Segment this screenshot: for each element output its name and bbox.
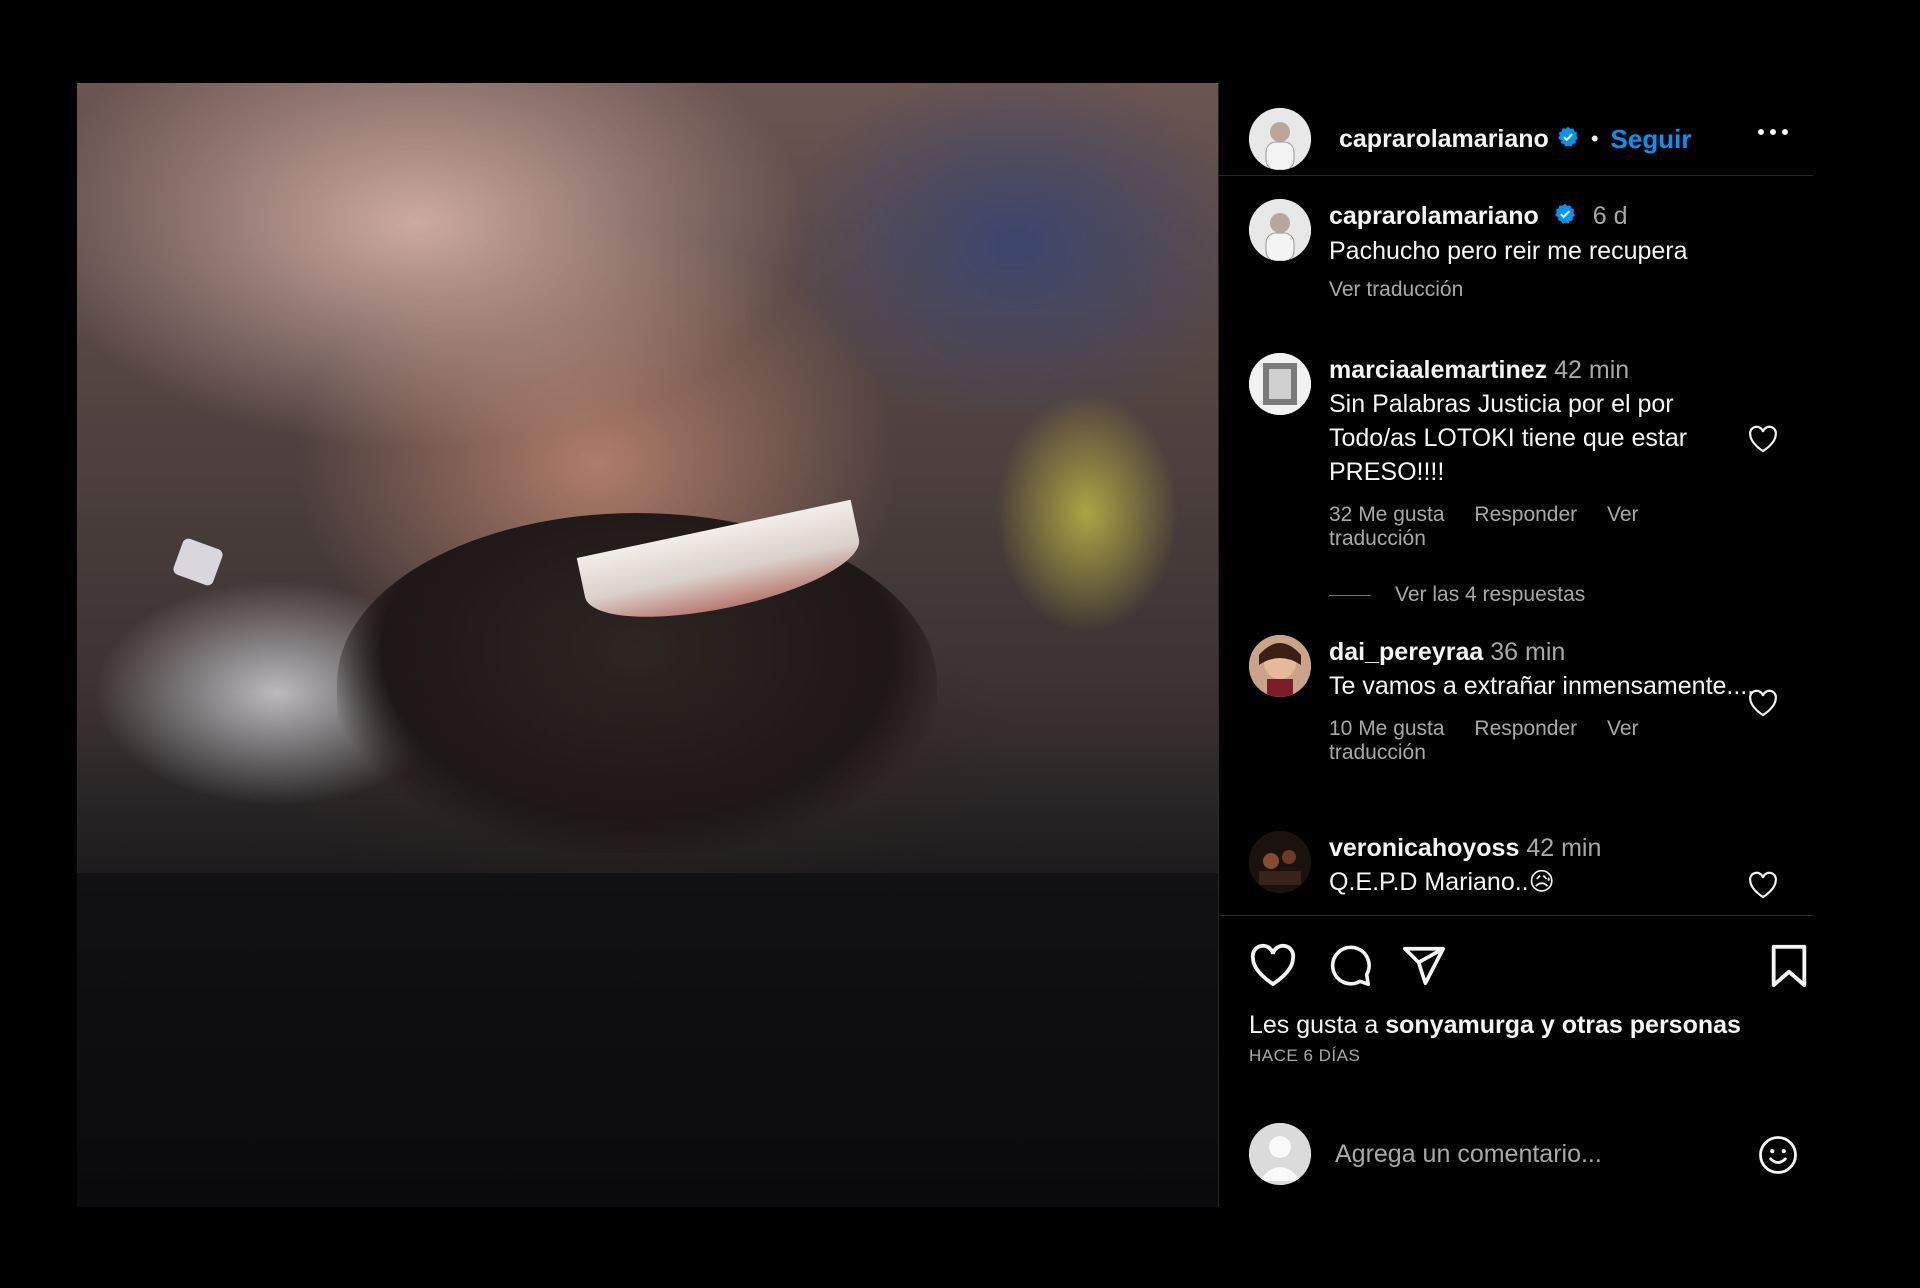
emoji-icon[interactable]	[1757, 1134, 1799, 1181]
post-sidebar: caprarolamariano • Seguir caprarolamaria…	[1219, 83, 1815, 1207]
post-modal: caprarolamariano • Seguir caprarolamaria…	[77, 83, 1815, 1207]
comment-username[interactable]: veronicahoyoss	[1329, 834, 1519, 862]
header-divider	[1219, 175, 1813, 176]
author-avatar[interactable]	[1249, 108, 1311, 170]
comment-like-heart-icon[interactable]	[1747, 871, 1779, 904]
comment-text: Q.E.P.D Mariano..	[1329, 868, 1529, 896]
view-replies-label: Ver las 4 respuestas	[1395, 583, 1586, 606]
follow-button[interactable]: Seguir	[1611, 124, 1692, 155]
likes-summary[interactable]: Les gusta a sonyamurga y otras personas	[1249, 1011, 1741, 1040]
caption-avatar[interactable]	[1249, 199, 1311, 261]
comment-like-heart-icon[interactable]	[1747, 425, 1779, 458]
comment-avatar[interactable]	[1249, 635, 1311, 697]
likes-prefix: Les gusta a	[1249, 1011, 1379, 1039]
add-comment-bar	[1249, 1123, 1799, 1185]
caption-text: Pachucho pero reir me recupera	[1329, 237, 1688, 266]
comment-time[interactable]: 36 min	[1490, 638, 1565, 666]
verified-badge-icon	[1557, 126, 1579, 153]
comment-time[interactable]: 42 min	[1526, 834, 1601, 862]
caption-username[interactable]: caprarolamariano	[1329, 202, 1539, 230]
photo-shirt-shape	[77, 873, 1218, 1207]
post-date[interactable]: HACE 6 DÍAS	[1249, 1046, 1360, 1066]
comment-text: Te vamos a extrañar inmensamente....	[1329, 672, 1755, 700]
heart-icon[interactable]	[1249, 943, 1297, 992]
view-replies-button[interactable]: Ver las 4 respuestas	[1329, 583, 1759, 607]
post-actions	[1249, 943, 1809, 1003]
comment-username[interactable]: dai_pereyraa	[1329, 638, 1483, 666]
comment-reply-button[interactable]: Responder	[1474, 717, 1577, 740]
caption-translate-link[interactable]: Ver traducción	[1329, 278, 1759, 302]
comment-likes-count[interactable]: 32 Me gusta	[1329, 503, 1445, 526]
separator-dot: •	[1590, 126, 1599, 151]
photo-earring-shape	[171, 536, 225, 588]
more-options-icon[interactable]	[1757, 123, 1789, 141]
post-photo[interactable]	[77, 83, 1218, 1207]
comment-avatar[interactable]	[1249, 831, 1311, 893]
caption-time[interactable]: 6 d	[1593, 202, 1628, 230]
comment-like-heart-icon[interactable]	[1747, 689, 1779, 722]
current-user-avatar	[1249, 1123, 1311, 1185]
verified-badge-icon	[1554, 200, 1576, 234]
bookmark-icon[interactable]	[1769, 943, 1809, 994]
author-username[interactable]: caprarolamariano	[1339, 125, 1549, 154]
comment-text: Sin Palabras Justicia por el por Todo/as…	[1329, 390, 1688, 486]
likes-suffix[interactable]: y otras personas	[1541, 1011, 1741, 1039]
comment-username[interactable]: marciaalemartinez	[1329, 356, 1547, 384]
post-header: caprarolamariano • Seguir	[1249, 89, 1799, 189]
comment-icon[interactable]	[1327, 943, 1373, 994]
comment-avatar[interactable]	[1249, 353, 1311, 415]
actions-divider	[1219, 915, 1813, 916]
comment-likes-count[interactable]: 10 Me gusta	[1329, 717, 1445, 740]
replies-line	[1329, 594, 1371, 596]
likes-user-link[interactable]: sonyamurga	[1385, 1011, 1534, 1039]
sad-emoji-icon: 😥	[1528, 868, 1555, 896]
share-icon[interactable]	[1401, 943, 1447, 994]
comment-time[interactable]: 42 min	[1554, 356, 1629, 384]
comment-input[interactable]	[1333, 1138, 1727, 1170]
comment-reply-button[interactable]: Responder	[1474, 503, 1577, 526]
